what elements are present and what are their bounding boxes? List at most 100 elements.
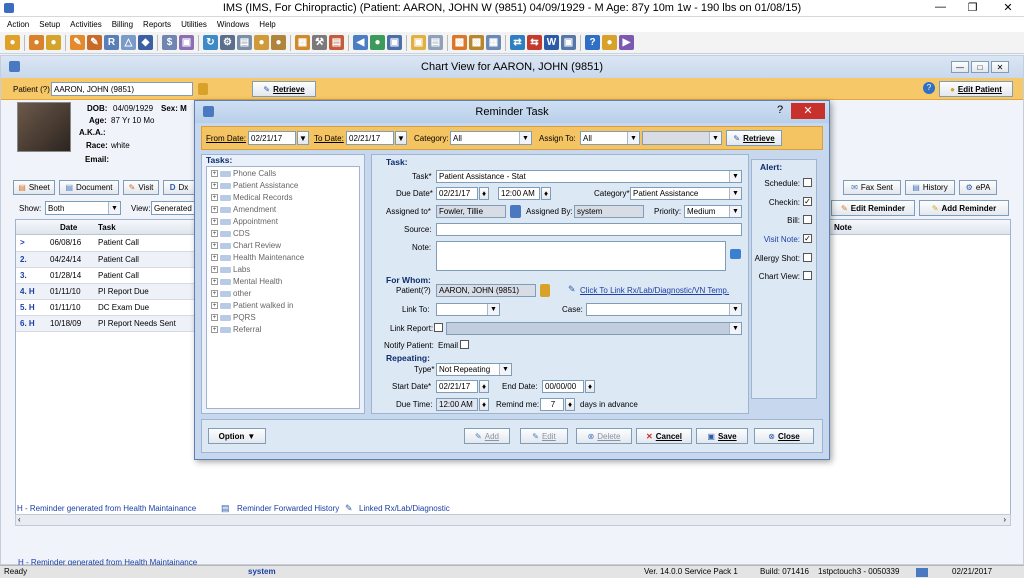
help-icon[interactable]: ? [585,35,600,50]
tree-item[interactable]: + Labs [211,265,250,274]
minimize-button[interactable]: — [928,1,953,16]
gear-icon[interactable]: ⚙ [220,35,235,50]
expand-icon[interactable]: + [211,290,218,297]
table-row[interactable]: >06/08/16 Patient Call [16,235,196,252]
menu-utilities[interactable]: Utilities [181,20,207,29]
print-icon[interactable]: ▤ [428,35,443,50]
tree-item[interactable]: + Appointment [211,217,278,226]
tools-icon[interactable]: ⚒ [312,35,327,50]
scheduler-icon[interactable]: ● [29,35,44,50]
link-report-checkbox[interactable] [434,323,443,332]
menu-action[interactable]: Action [7,20,29,29]
rx-icon[interactable]: R [104,35,119,50]
delete-button[interactable]: ⊗ Delete [576,428,632,444]
transfer-icon[interactable]: ⇄ [510,35,525,50]
view-select[interactable]: Generated [151,201,195,215]
alert-bill-checkbox[interactable] [803,215,812,224]
billing-icon[interactable]: $ [162,35,177,50]
source-field[interactable] [436,223,742,236]
start-date-spinner[interactable]: ♦ [479,380,489,393]
task-tree[interactable]: + Phone Calls + Patient Assistance + Medica… [206,166,360,409]
tab-fax-sent[interactable]: ✉ Fax Sent [843,180,901,195]
expand-icon[interactable]: + [211,182,218,189]
show-select[interactable]: Both ▼ [45,201,121,215]
expand-icon[interactable]: + [211,254,218,261]
report-icon[interactable]: ▤ [237,35,252,50]
tree-item[interactable]: + PQRS [211,313,256,322]
linked-rx-lab-link[interactable]: Linked Rx/Lab/Diagnostic [359,504,450,513]
expand-icon[interactable]: + [211,170,218,177]
lab-icon[interactable]: △ [121,35,136,50]
due-date-spinner[interactable]: ♦ [479,187,489,200]
assign-to-secondary-select[interactable]: ▼ [642,131,722,145]
dialog-help-button[interactable]: ? [777,104,783,116]
expand-icon[interactable]: + [211,326,218,333]
help-circle-icon[interactable]: ? [923,82,935,94]
menu-windows[interactable]: Windows [217,20,249,29]
category-filter-select[interactable]: All ▼ [450,131,532,145]
tab-document[interactable]: ▤ Document [59,180,119,195]
from-date-field[interactable]: 02/21/17 [248,131,296,145]
sync-icon[interactable]: ↻ [203,35,218,50]
patient-field[interactable]: AARON, JOHN (9851) [51,82,193,96]
remind-me-field[interactable]: 7 [540,398,564,411]
edit-patient-button[interactable]: ● Edit Patient [939,81,1013,97]
menu-help[interactable]: Help [259,20,275,29]
tree-item[interactable]: + Medical Records [211,193,293,202]
shield-icon[interactable]: ◆ [138,35,153,50]
start-date-field[interactable]: 02/21/17 [436,380,478,393]
close-button[interactable]: ✕ [992,1,1024,16]
tree-item[interactable]: + Health Maintenance [211,253,304,262]
edit-notes-icon[interactable]: ✎ [87,35,102,50]
back-icon[interactable]: ◀ [353,35,368,50]
due-time-spinner[interactable]: ♦ [541,187,551,200]
scroll-right-icon[interactable]: › [1003,515,1006,524]
chart-icon[interactable]: ▩ [452,35,467,50]
table-row[interactable]: 2. 04/24/14 Patient Call [16,251,196,268]
patient-dlg-field[interactable]: AARON, JOHN (9851) [436,284,536,297]
expand-icon[interactable]: + [211,314,218,321]
dialog-retrieve-button[interactable]: ✎ Retrieve [726,130,782,146]
priority-select[interactable]: Medium ▼ [684,205,742,218]
edit-button[interactable]: ✎ Edit [520,428,568,444]
due-date-field[interactable]: 02/21/17 [436,187,478,200]
patient-lookup-icon[interactable] [198,83,208,95]
tree-item[interactable]: + Amendment [211,205,276,214]
tree-item[interactable]: + Phone Calls [211,169,276,178]
dialog-close-button[interactable]: ✕ [791,103,825,119]
expand-icon[interactable]: + [211,278,218,285]
expand-icon[interactable]: + [211,218,218,225]
from-date-picker[interactable]: ▼ [297,131,309,145]
docs-icon[interactable]: ▤ [329,35,344,50]
tree-item[interactable]: + Patient walked in [211,301,293,310]
to-date-picker[interactable]: ▼ [395,131,407,145]
link-to-select[interactable]: ▼ [436,303,500,316]
due-time-repeat-spinner[interactable]: ♦ [479,398,489,411]
assign-to-select[interactable]: All ▼ [580,131,640,145]
note-expand-icon[interactable] [730,249,741,259]
type-select[interactable]: Not Repeating ▼ [436,363,512,376]
bar-chart-icon[interactable]: ▩ [469,35,484,50]
tree-item[interactable]: + Referral [211,325,261,334]
scroll-left-icon[interactable]: ‹ [18,515,21,524]
note-field[interactable] [436,241,726,271]
due-time-repeat-field[interactable]: 12:00 AM [436,398,478,411]
tab-dx[interactable]: D Dx [163,180,195,195]
due-time-field[interactable]: 12:00 AM [498,187,540,200]
link-report-select[interactable]: ▼ [446,322,742,335]
col-task[interactable]: Task [98,223,116,232]
edit-reminder-button[interactable]: ✎ Edit Reminder [831,200,915,216]
alert-chart-view-checkbox[interactable] [803,271,812,280]
col-note[interactable]: Note [834,223,852,232]
table-icon[interactable]: ▦ [486,35,501,50]
reminder-forwarded-history-link[interactable]: Reminder Forwarded History [237,504,339,513]
menu-activities[interactable]: Activities [70,20,102,29]
table-row[interactable]: 6. H 10/18/09 PI Report Needs Sent [16,315,196,332]
alert-checkin-checkbox[interactable]: ✓ [803,197,812,206]
chart-minimize-button[interactable]: — [951,61,969,73]
close-dialog-button[interactable]: ⊗ Close [754,428,814,444]
chart-close-button[interactable]: ✕ [991,61,1009,73]
patient-dlg-lookup-icon[interactable] [540,284,550,297]
globe-icon[interactable]: ● [370,35,385,50]
menu-setup[interactable]: Setup [39,20,60,29]
